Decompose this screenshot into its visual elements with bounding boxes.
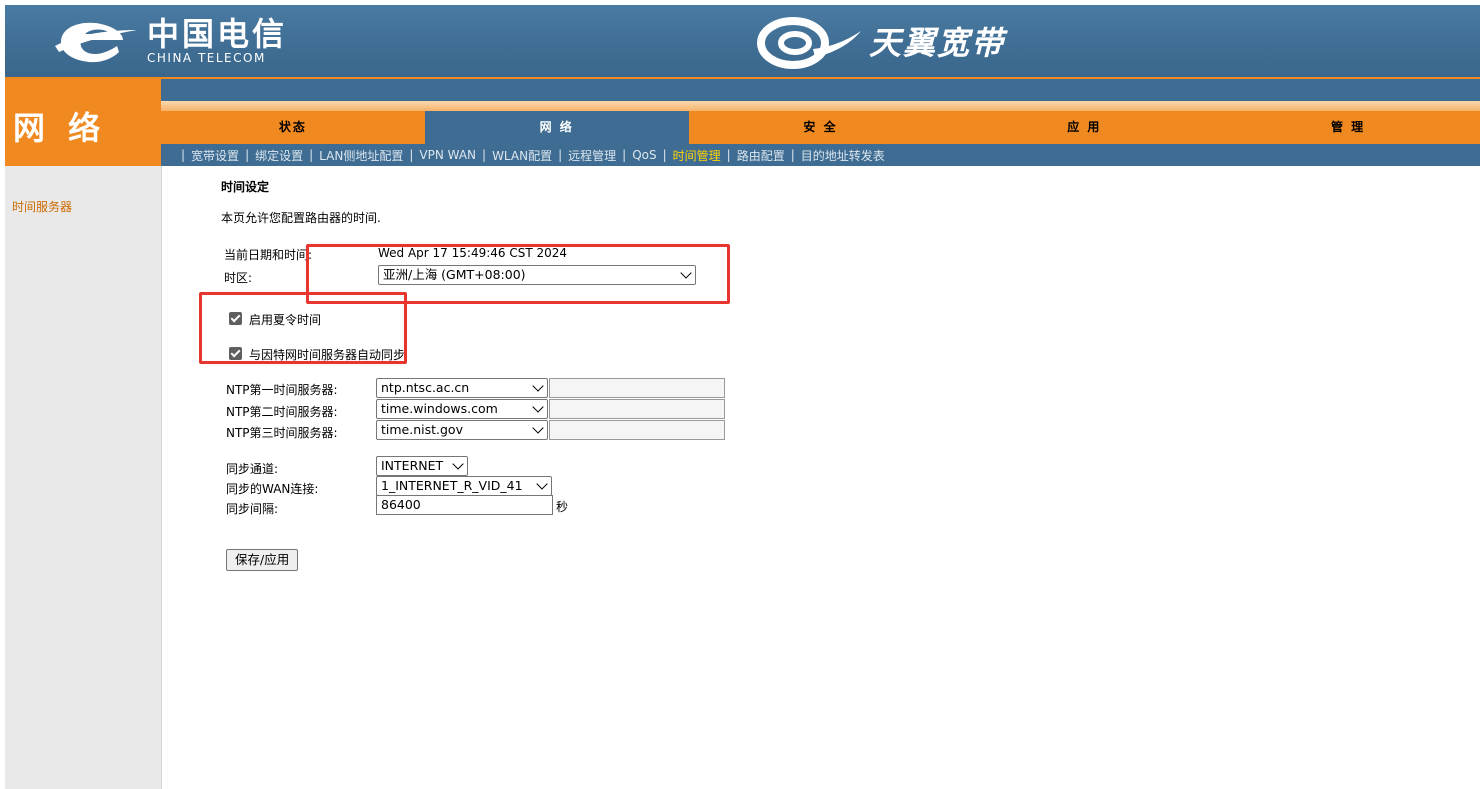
- subnav-separator: |: [181, 148, 186, 162]
- sync-wan-select[interactable]: 1_INTERNET_R_VID_41: [376, 476, 552, 496]
- china-telecom-logo: 中国电信 CHINA TELECOM: [53, 13, 287, 69]
- sidebar-item-time-server[interactable]: 时间服务器: [12, 198, 72, 215]
- chevron-down-icon: [532, 422, 544, 434]
- ntp2-custom-input[interactable]: [549, 399, 725, 419]
- sync-wan-label: 同步的WAN连接:: [226, 482, 319, 496]
- sync-channel-label: 同步通道:: [226, 462, 279, 476]
- tab-network[interactable]: 网 络: [424, 111, 689, 144]
- subnav-separator: |: [558, 148, 563, 162]
- sub-nav: | 宽带设置 | 绑定设置 | LAN侧地址配置 | VPN WAN | WLA…: [161, 144, 1480, 166]
- subnav-routing[interactable]: 路由配置: [737, 147, 785, 164]
- header-banner: 中国电信 CHINA TELECOM 天翼宽带: [5, 5, 1480, 77]
- sync-interval-unit: 秒: [556, 500, 569, 514]
- subnav-time-management[interactable]: 时间管理: [673, 147, 721, 164]
- sync-channel-select[interactable]: INTERNET: [376, 456, 468, 476]
- top-fade-bar: [161, 101, 1480, 111]
- subnav-separator: |: [790, 148, 795, 162]
- sync-wan-select-value: 1_INTERNET_R_VID_41: [381, 478, 523, 493]
- subnav-separator: |: [726, 148, 731, 162]
- save-apply-button[interactable]: 保存/应用: [226, 549, 299, 571]
- subnav-wlan[interactable]: WLAN配置: [492, 147, 552, 164]
- subnav-lan-address[interactable]: LAN侧地址配置: [319, 147, 403, 164]
- subnav-separator: |: [245, 148, 250, 162]
- section-title: 网 络: [13, 109, 107, 147]
- ntp3-select[interactable]: time.nist.gov: [376, 420, 548, 440]
- sync-interval-input[interactable]: 86400: [376, 495, 553, 515]
- page-description: 本页允许您配置路由器的时间.: [221, 211, 381, 225]
- subnav-separator: |: [662, 148, 667, 162]
- sync-interval-label: 同步间隔:: [226, 502, 279, 516]
- chevron-down-icon: [452, 458, 464, 470]
- chevron-down-icon: [536, 478, 548, 490]
- tianyi-broadband-text: 天翼宽带: [869, 24, 1006, 62]
- tab-management[interactable]: 管 理: [1216, 111, 1480, 144]
- ntp1-select-value: ntp.ntsc.ac.cn: [381, 380, 470, 395]
- chevron-down-icon: [532, 380, 544, 392]
- subnav-port-forwarding[interactable]: 目的地址转发表: [801, 147, 885, 164]
- section-title-block: 网 络: [5, 77, 161, 166]
- sync-channel-select-value: INTERNET: [381, 458, 444, 473]
- subnav-separator: |: [622, 148, 627, 162]
- ntp1-custom-input[interactable]: [549, 378, 725, 398]
- tianyi-swirl-icon: [757, 17, 861, 69]
- ntp3-custom-input[interactable]: [549, 420, 725, 440]
- ntp2-select[interactable]: time.windows.com: [376, 399, 548, 419]
- ntp2-label: NTP第二时间服务器:: [226, 405, 338, 419]
- top-blue-bar: [161, 77, 1480, 101]
- chevron-down-icon: [532, 401, 544, 413]
- ntp2-select-value: time.windows.com: [381, 401, 498, 416]
- current-time-label: 当前日期和时间:: [224, 248, 313, 262]
- subnav-separator: |: [309, 148, 314, 162]
- tab-security[interactable]: 安 全: [689, 111, 953, 144]
- subnav-vpn-wan[interactable]: VPN WAN: [419, 148, 476, 162]
- page-title: 时间设定: [221, 180, 270, 194]
- tab-status[interactable]: 状态: [161, 111, 425, 144]
- subnav-broadband[interactable]: 宽带设置: [191, 147, 239, 164]
- china-telecom-en-text: CHINA TELECOM: [147, 51, 266, 65]
- sidebar: 时间服务器: [5, 166, 162, 789]
- ntp1-select[interactable]: ntp.ntsc.ac.cn: [376, 378, 548, 398]
- subnav-binding[interactable]: 绑定设置: [255, 147, 303, 164]
- annotation-box-checkboxes: [199, 292, 407, 364]
- timezone-label: 时区:: [224, 271, 253, 285]
- router-admin-page: 中国电信 CHINA TELECOM 天翼宽带 网 络 状态 网 络 安 全 应…: [5, 5, 1480, 789]
- subnav-qos[interactable]: QoS: [632, 148, 656, 162]
- ntp1-label: NTP第一时间服务器:: [226, 383, 338, 397]
- tab-application[interactable]: 应 用: [952, 111, 1216, 144]
- ntp3-select-value: time.nist.gov: [381, 422, 463, 437]
- tianyi-broadband-logo: 天翼宽带: [753, 11, 1005, 71]
- ntp3-label: NTP第三时间服务器:: [226, 426, 338, 440]
- subnav-separator: |: [409, 148, 414, 162]
- china-telecom-e-logo-icon: [55, 22, 137, 63]
- main-nav: 状态 网 络 安 全 应 用 管 理: [161, 111, 1480, 144]
- subnav-separator: |: [482, 148, 487, 162]
- subnav-remote-management[interactable]: 远程管理: [568, 147, 616, 164]
- china-telecom-cn-text: 中国电信: [147, 15, 288, 53]
